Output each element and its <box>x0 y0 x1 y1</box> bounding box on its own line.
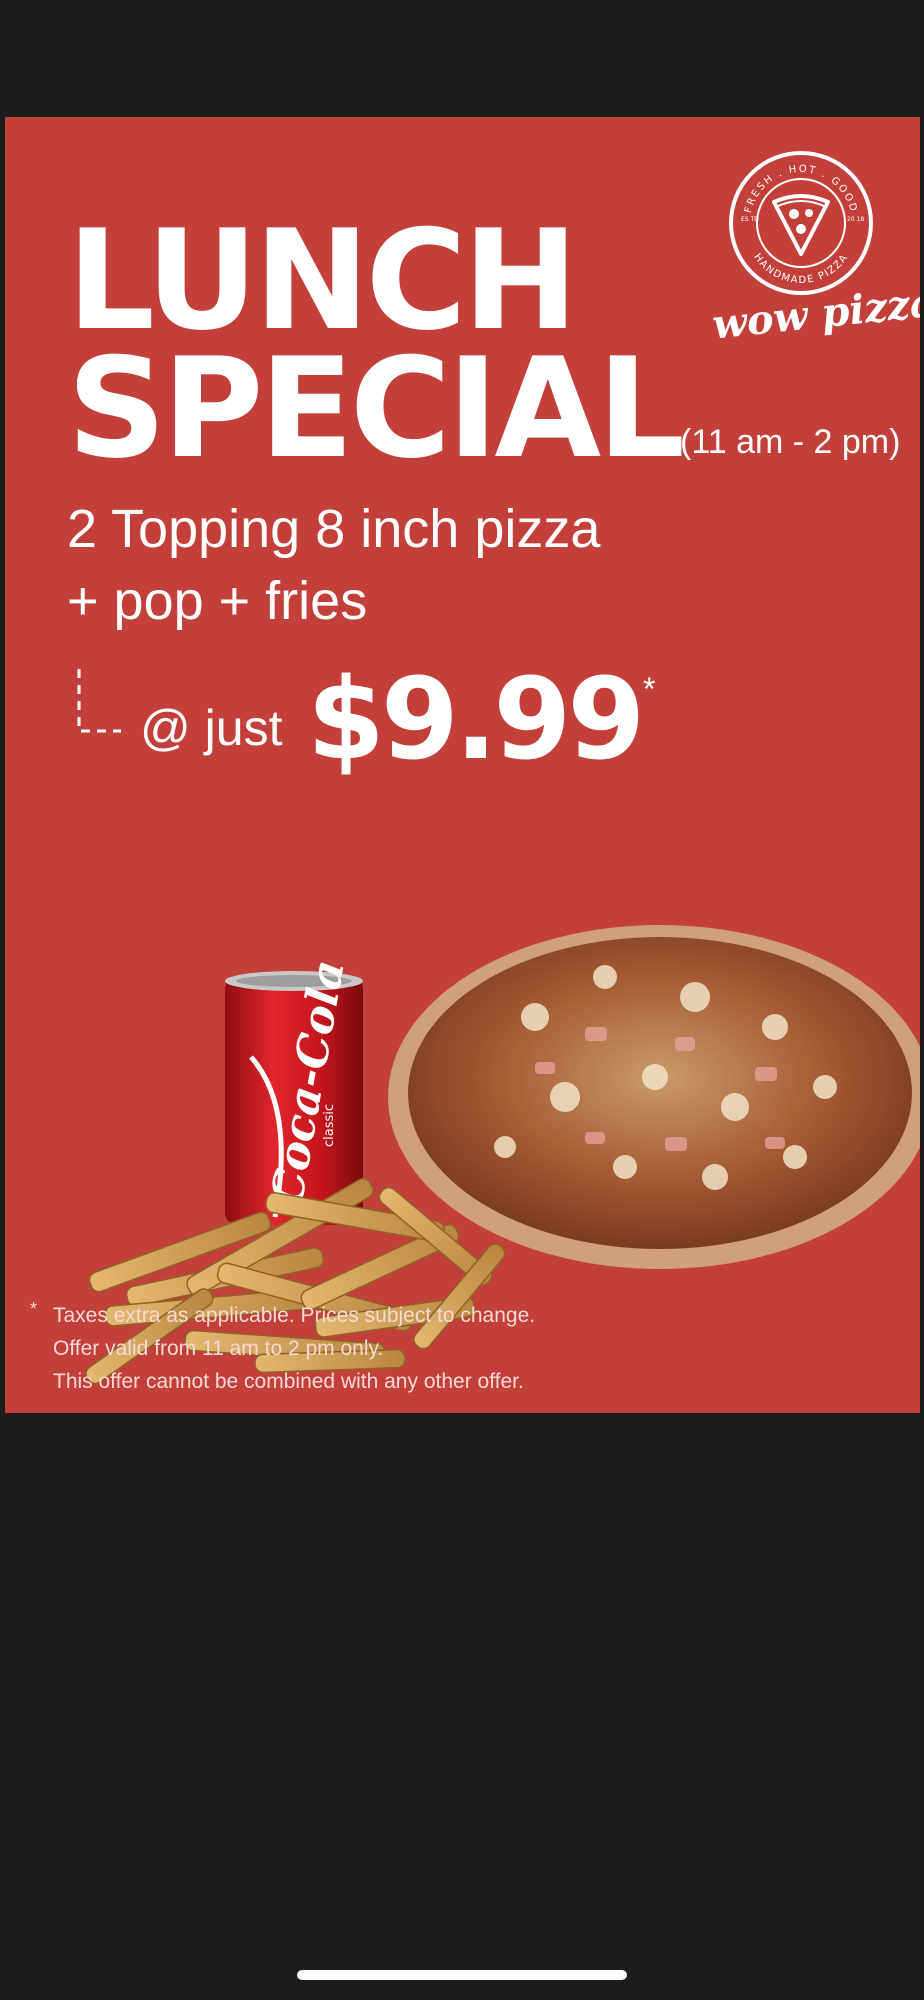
disclaimer-line-combine: This offer cannot be combined with any o… <box>53 1370 524 1393</box>
disclaimer-asterisk: * <box>30 1299 38 1319</box>
title-line-special: SPECIAL <box>67 328 685 489</box>
title-line-lunch: LUNCH <box>67 200 578 361</box>
wow-pizza-logo: FRESH . HOT . GOOD HANDMADE PIZZA ES TD … <box>707 150 887 300</box>
price-prefix: @ just <box>140 700 283 756</box>
poster-title: LUNCH SPECIAL <box>67 200 685 489</box>
home-indicator-bar[interactable] <box>297 1970 627 1980</box>
price-value: $9.99 <box>307 655 645 785</box>
badge-est-right: 20 18 <box>847 216 864 223</box>
disclaimer-lines: Taxes extra as applicable. Prices subjec… <box>53 1299 535 1398</box>
disclaimer-line-valid: Offer valid from 11 am to 2 pm only. <box>53 1337 384 1360</box>
svg-text:HANDMADE PIZZA: HANDMADE PIZZA <box>751 252 850 286</box>
disclaimer-line-taxes: Taxes extra as applicable. Prices subjec… <box>53 1304 536 1327</box>
offer-description: 2 Topping 8 inch pizza + pop + fries <box>67 493 600 637</box>
can-variant-text: classic <box>322 1104 337 1147</box>
offer-hours: (11 am - 2 pm) <box>680 423 901 461</box>
coca-cola-can: Coca-Cola classic <box>225 956 363 1225</box>
offer-line-extras: + pop + fries <box>67 571 368 631</box>
badge-est-left: ES TD <box>741 216 759 223</box>
offer-line-pizza: 2 Topping 8 inch pizza <box>67 499 601 559</box>
pizza-slice-badge-icon: FRESH . HOT . GOOD HANDMADE PIZZA ES TD … <box>729 151 873 295</box>
lunch-special-poster: LUNCH SPECIAL (11 am - 2 pm) 2 Topping 8… <box>5 117 920 1413</box>
price-asterisk: * <box>643 671 656 707</box>
dashed-arrow-icon <box>77 669 121 733</box>
badge-bottom-text: HANDMADE PIZZA <box>751 252 849 286</box>
pizza <box>388 925 920 1269</box>
